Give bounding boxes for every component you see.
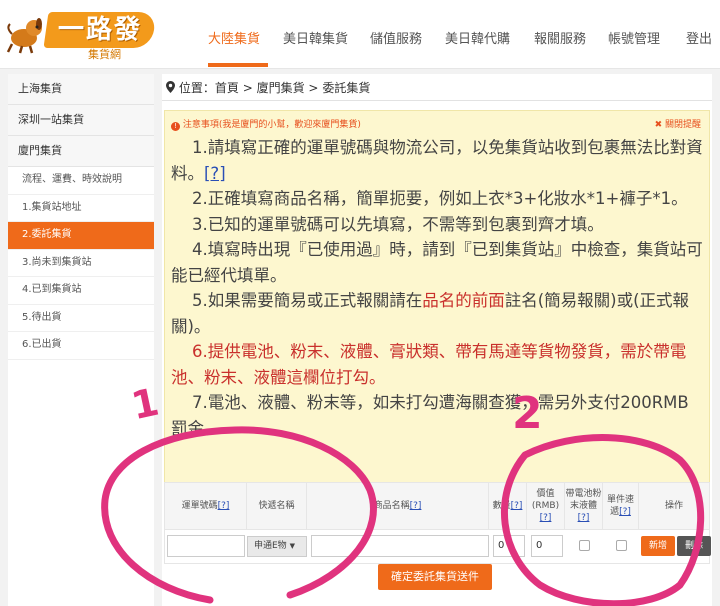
notice-title: ! 注意事項(我是廈門的小幫，歡迎來廈門集貨) bbox=[171, 117, 361, 131]
notice-line-5: 5.如果需要簡易或正式報關請在品名的前面註名(簡易報關)或(正式報關)。 bbox=[171, 291, 690, 336]
header-product: 商品名稱[?] bbox=[307, 483, 489, 529]
alert-icon: ! bbox=[171, 122, 180, 131]
sidebar-item-arrived[interactable]: 4.已到集貨站 bbox=[8, 277, 154, 305]
sidebar-item-not-arrived[interactable]: 3.尚未到集貨站 bbox=[8, 249, 154, 277]
notice-line-6: 6.提供電池、粉末、液體、膏狀類、帶有馬達等貨物發貨，需於帶電池、粉末、液體這欄… bbox=[171, 342, 687, 387]
header-courier: 快遞名稱 bbox=[247, 483, 307, 529]
help-link[interactable]: [?] bbox=[204, 164, 226, 183]
add-button[interactable]: 新增 bbox=[641, 536, 675, 556]
sidebar-item-process[interactable]: 流程、運費、時效說明 bbox=[8, 167, 154, 195]
nav-us-jp-kr-consolidation[interactable]: 美日韓集貨 bbox=[283, 28, 348, 47]
single-checkbox[interactable] bbox=[616, 540, 627, 551]
breadcrumb-section[interactable]: 廈門集貨 bbox=[257, 81, 305, 95]
table-header-row: 運單號碼[?] 快遞名稱 商品名稱[?] 數量[?] 價值(RMB)[?] 帶電… bbox=[165, 483, 709, 530]
notice-line-2: 2.正確填寫商品名稱，簡單扼要，例如上衣*3+化妝水*1+褲子*1。 bbox=[191, 189, 688, 208]
notice-line-3: 3.已知的運單號碼可以先填寫，不需等到包裹到齊才填。 bbox=[191, 214, 604, 234]
nav-account[interactable]: 帳號管理 bbox=[608, 28, 660, 47]
notice-line-1: 1.請填寫正確的運單號碼與物流公司，以免集貨站收到包裹無法比對資料。[?] bbox=[171, 138, 703, 183]
header-battery: 帶電池粉末液體[?] bbox=[565, 483, 603, 529]
battery-checkbox[interactable] bbox=[579, 540, 590, 551]
delete-button[interactable]: 刪除 bbox=[677, 536, 711, 556]
nav-active-indicator bbox=[208, 63, 268, 67]
submit-button[interactable]: 確定委託集貨送件 bbox=[378, 564, 492, 590]
logo-subtitle: 集貨網 bbox=[88, 48, 121, 61]
breadcrumb-separator: > bbox=[308, 81, 319, 95]
courier-select[interactable]: 申通E物 ▼ bbox=[247, 536, 307, 557]
chevron-down-icon: ▼ bbox=[289, 542, 295, 550]
site-logo[interactable]: 一路發 集貨網 bbox=[6, 6, 157, 62]
close-icon: ✖ bbox=[654, 120, 663, 130]
dog-mascot-icon bbox=[6, 18, 42, 54]
notice-line-4: 4.填寫時出現『已使用過』時，請到『已到集貨站』中檢查，集貨站可能已經代填單。 bbox=[171, 240, 703, 285]
sidebar-item-pending-ship[interactable]: 5.待出貨 bbox=[8, 304, 154, 332]
sidebar-item-shipped[interactable]: 6.已出貨 bbox=[8, 332, 154, 360]
breadcrumb-separator: > bbox=[242, 81, 253, 95]
sidebar-item-address[interactable]: 1.集貨站地址 bbox=[8, 194, 154, 222]
sidebar-item-commission[interactable]: 2.委託集貨 bbox=[8, 222, 154, 250]
main-panel: 位置：首頁 > 廈門集貨 > 委託集貨 ! 注意事項(我是廈門的小幫，歡迎來廈門… bbox=[162, 74, 712, 606]
breadcrumb-home[interactable]: 首頁 bbox=[215, 81, 239, 95]
nav-customs[interactable]: 報關服務 bbox=[534, 28, 586, 47]
header-single: 單件速遞[?] bbox=[603, 483, 639, 529]
nav-mainland-consolidation[interactable]: 大陸集貨 bbox=[208, 28, 260, 47]
breadcrumb-prefix: 位置： bbox=[178, 81, 215, 95]
sidebar-item-xiamen[interactable]: 廈門集貨 bbox=[8, 136, 154, 167]
notice-body: 1.請填寫正確的運單號碼與物流公司，以免集貨站收到包裹無法比對資料。[?] 2.… bbox=[171, 135, 705, 441]
sidebar-item-shenzhen[interactable]: 深圳一站集貨 bbox=[8, 105, 154, 136]
notice-box: ! 注意事項(我是廈門的小幫，歡迎來廈門集貨) ✖ 關閉提醒 1.請填寫正確的運… bbox=[164, 110, 710, 514]
shipment-form-table: 運單號碼[?] 快遞名稱 商品名稱[?] 數量[?] 價值(RMB)[?] 帶電… bbox=[164, 482, 711, 564]
notice-line-7: 7.電池、液體、粉末等，如未打勾遭海關查獲，需另外支付200RMB罰金。 bbox=[171, 393, 689, 438]
header-qty: 數量[?] bbox=[489, 483, 527, 529]
nav-topup[interactable]: 儲值服務 bbox=[370, 28, 422, 47]
value-input[interactable]: 0 bbox=[531, 535, 563, 557]
header-tracking: 運單號碼[?] bbox=[165, 483, 247, 529]
sidebar: 上海集貨 深圳一站集貨 廈門集貨 流程、運費、時效說明 1.集貨站地址 2.委託… bbox=[8, 74, 154, 606]
notice-close-button[interactable]: ✖ 關閉提醒 bbox=[655, 117, 701, 130]
location-pin-icon bbox=[166, 81, 175, 93]
qty-input[interactable]: 0 bbox=[493, 535, 525, 557]
product-input[interactable] bbox=[311, 535, 489, 557]
header-value: 價值(RMB)[?] bbox=[527, 483, 565, 529]
divider bbox=[162, 100, 712, 101]
tracking-input[interactable] bbox=[167, 535, 245, 557]
sidebar-item-shanghai[interactable]: 上海集貨 bbox=[8, 74, 154, 105]
top-bar: 一路發 集貨網 大陸集貨 美日韓集貨 儲值服務 美日韓代購 報關服務 帳號管理 … bbox=[0, 0, 720, 69]
breadcrumb-current: 委託集貨 bbox=[322, 81, 371, 95]
nav-logout[interactable]: 登出 bbox=[686, 28, 712, 47]
header-action: 操作 bbox=[664, 501, 683, 511]
breadcrumb: 位置：首頁 > 廈門集貨 > 委託集貨 bbox=[166, 79, 370, 96]
nav-us-jp-kr-purchase[interactable]: 美日韓代購 bbox=[445, 28, 510, 47]
